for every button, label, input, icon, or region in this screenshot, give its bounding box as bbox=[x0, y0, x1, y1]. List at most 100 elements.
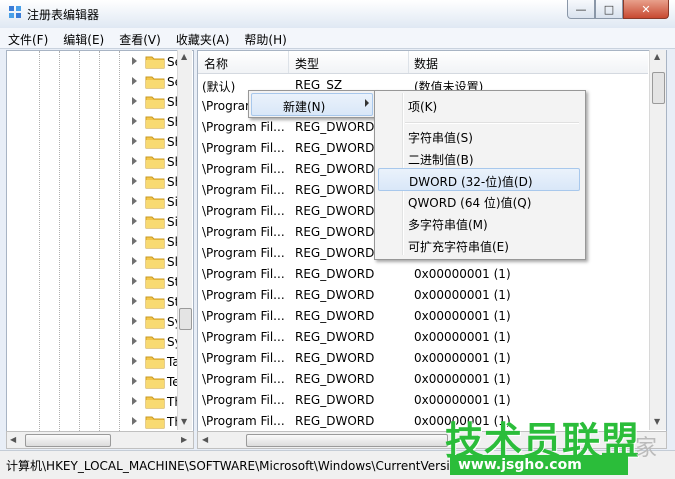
menu-view[interactable]: 查看(V) bbox=[111, 28, 168, 48]
list-hscroll-thumb[interactable] bbox=[246, 434, 448, 447]
list-vertical-scrollbar[interactable]: ▲ ▼ bbox=[649, 50, 666, 430]
scroll-up-icon[interactable]: ▲ bbox=[181, 52, 187, 61]
expand-arrow-icon[interactable] bbox=[132, 237, 137, 245]
submenu-item-label: 可扩充字符串值(E) bbox=[408, 240, 509, 254]
expand-arrow-icon[interactable] bbox=[132, 317, 137, 325]
folder-icon bbox=[145, 336, 165, 349]
value-type: REG_DWORD bbox=[295, 204, 375, 218]
expand-arrow-icon[interactable] bbox=[132, 297, 137, 305]
menu-file[interactable]: 文件(F) bbox=[0, 28, 55, 48]
column-type-header[interactable]: 类型 bbox=[295, 55, 319, 72]
table-row[interactable]: \Program Fil... REG_DWORD 0x00000001 (1) bbox=[198, 347, 650, 368]
tree-item[interactable]: Sl bbox=[7, 252, 187, 272]
scroll-right-icon[interactable]: ▶ bbox=[181, 435, 187, 444]
tree-item[interactable]: Se bbox=[7, 52, 187, 72]
tree-item[interactable]: Ta bbox=[7, 352, 187, 372]
expand-arrow-icon[interactable] bbox=[132, 117, 137, 125]
table-row[interactable]: \Program Fil... REG_DWORD 0x00000001 (1) bbox=[198, 305, 650, 326]
submenu-item-expandable-string[interactable]: 可扩充字符串值(E) bbox=[378, 234, 580, 255]
tree-item[interactable]: St bbox=[7, 292, 187, 312]
maximize-button[interactable]: □ bbox=[595, 0, 623, 19]
tree-item[interactable]: Si bbox=[7, 192, 187, 212]
table-row[interactable]: \Program Fil... REG_DWORD 0x00000001 (1) bbox=[198, 284, 650, 305]
scroll-up-icon[interactable]: ▲ bbox=[654, 52, 660, 61]
expand-arrow-icon[interactable] bbox=[132, 77, 137, 85]
value-data: 0x00000001 (1) bbox=[414, 330, 511, 344]
expand-arrow-icon[interactable] bbox=[132, 157, 137, 165]
expand-arrow-icon[interactable] bbox=[132, 337, 137, 345]
expand-arrow-icon[interactable] bbox=[132, 377, 137, 385]
table-row[interactable]: \Program Fil... REG_DWORD 0x00000001 (1) bbox=[198, 368, 650, 389]
tree-item[interactable]: Sh bbox=[7, 92, 187, 112]
scroll-left-icon[interactable]: ◀ bbox=[202, 435, 208, 444]
value-name: \Program Fil... bbox=[202, 288, 285, 302]
value-name: \Program Fil... bbox=[202, 351, 285, 365]
menu-help[interactable]: 帮助(H) bbox=[236, 28, 293, 48]
expand-arrow-icon[interactable] bbox=[132, 57, 137, 65]
tree-horizontal-scrollbar[interactable]: ◀ ▶ bbox=[6, 431, 194, 449]
table-row[interactable]: \Program Fil... REG_DWORD 0x00000001 (1) bbox=[198, 326, 650, 347]
expand-arrow-icon[interactable] bbox=[132, 357, 137, 365]
expand-arrow-icon[interactable] bbox=[132, 97, 137, 105]
expand-arrow-icon[interactable] bbox=[132, 217, 137, 225]
expand-arrow-icon[interactable] bbox=[132, 197, 137, 205]
folder-icon bbox=[145, 296, 165, 309]
tree-item[interactable]: Te bbox=[7, 372, 187, 392]
value-name: \Program Fil... bbox=[202, 393, 285, 407]
column-data-header[interactable]: 数据 bbox=[414, 55, 438, 72]
tree-item[interactable]: Si bbox=[7, 212, 187, 232]
tree-item[interactable]: Th bbox=[7, 392, 187, 412]
tree-scroll-thumb[interactable] bbox=[179, 308, 192, 330]
tree-item[interactable]: Sy bbox=[7, 332, 187, 352]
registry-editor-window: 注册表编辑器 — □ ✕ 文件(F) 编辑(E) 查看(V) 收藏夹(A) 帮助… bbox=[0, 0, 675, 479]
tree-item[interactable]: Sk bbox=[7, 232, 187, 252]
submenu-item-key[interactable]: 项(K) bbox=[378, 94, 580, 115]
submenu-item-binary[interactable]: 二进制值(B) bbox=[378, 147, 580, 168]
column-divider[interactable] bbox=[288, 51, 289, 73]
tree-item[interactable]: Se bbox=[7, 72, 187, 92]
column-name-header[interactable]: 名称 bbox=[204, 55, 228, 72]
column-divider[interactable] bbox=[408, 51, 409, 73]
close-button[interactable]: ✕ bbox=[623, 0, 669, 19]
scroll-down-icon[interactable]: ▼ bbox=[181, 417, 187, 426]
tree-item[interactable]: Sh bbox=[7, 112, 187, 132]
list-header: 名称 类型 数据 bbox=[198, 51, 648, 74]
window-title: 注册表编辑器 bbox=[27, 8, 100, 22]
expand-arrow-icon[interactable] bbox=[132, 137, 137, 145]
list-scroll-thumb[interactable] bbox=[652, 72, 665, 104]
value-type: REG_DWORD bbox=[295, 162, 375, 176]
table-row[interactable]: \Program Fil... REG_DWORD 0x00000001 (1) bbox=[198, 389, 650, 410]
scroll-left-icon[interactable]: ◀ bbox=[10, 435, 16, 444]
tree-item[interactable]: Sh bbox=[7, 152, 187, 172]
title-bar[interactable]: 注册表编辑器 — □ ✕ bbox=[0, 0, 675, 28]
tree-item[interactable]: Sh bbox=[7, 132, 187, 152]
submenu-item-qword[interactable]: QWORD (64 位)值(Q) bbox=[378, 190, 580, 211]
submenu-item-label: QWORD (64 位)值(Q) bbox=[408, 196, 532, 210]
submenu-item-label: 二进制值(B) bbox=[408, 153, 474, 167]
tree-item[interactable]: Sy bbox=[7, 312, 187, 332]
expand-arrow-icon[interactable] bbox=[132, 257, 137, 265]
value-type: REG_DWORD bbox=[295, 141, 375, 155]
regedit-icon bbox=[9, 6, 21, 18]
tree-vertical-scrollbar[interactable]: ▲ ▼ bbox=[177, 50, 192, 430]
menu-favorites[interactable]: 收藏夹(A) bbox=[168, 28, 237, 48]
expand-arrow-icon[interactable] bbox=[132, 277, 137, 285]
watermark-suffix: 家 bbox=[635, 436, 658, 461]
tree-item[interactable]: Th bbox=[7, 412, 187, 431]
submenu-item-dword[interactable]: DWORD (32-位)值(D) bbox=[378, 168, 580, 191]
menu-edit[interactable]: 编辑(E) bbox=[55, 28, 111, 48]
registry-tree[interactable]: Se Se Sh Sh Sh Sh Sh Si Si Sk Sl St St Sy Sy Ta Te Th Th bbox=[6, 50, 194, 432]
minimize-button[interactable]: — bbox=[567, 0, 595, 19]
submenu-item-string[interactable]: 字符串值(S) bbox=[378, 125, 580, 146]
table-row[interactable]: \Program Fil... REG_DWORD 0x00000001 (1) bbox=[198, 263, 650, 284]
expand-arrow-icon[interactable] bbox=[132, 397, 137, 405]
tree-item[interactable]: Sh bbox=[7, 172, 187, 192]
submenu-item-label: 项(K) bbox=[408, 100, 438, 114]
menu-item-new[interactable]: 新建(N) bbox=[251, 93, 373, 116]
folder-icon bbox=[145, 156, 165, 169]
tree-hscroll-thumb[interactable] bbox=[25, 434, 111, 447]
submenu-item-multi-string[interactable]: 多字符串值(M) bbox=[378, 212, 580, 233]
expand-arrow-icon[interactable] bbox=[132, 417, 137, 425]
expand-arrow-icon[interactable] bbox=[132, 177, 137, 185]
tree-item[interactable]: St bbox=[7, 272, 187, 292]
